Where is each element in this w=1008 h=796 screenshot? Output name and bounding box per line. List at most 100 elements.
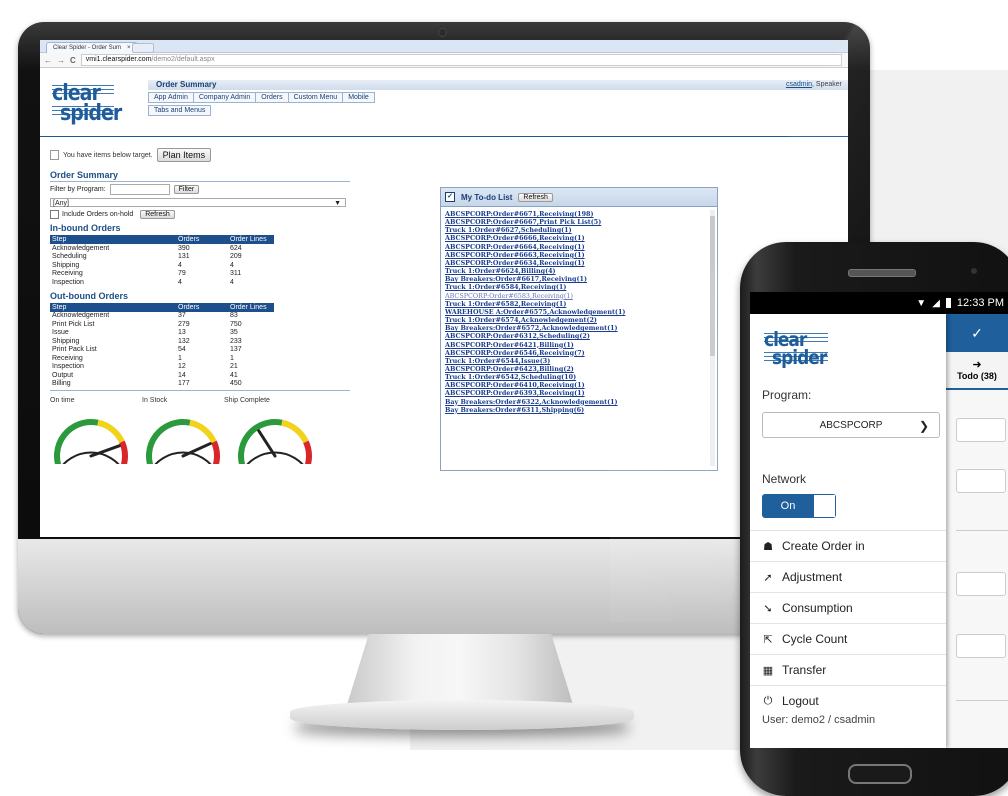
menu-mobile[interactable]: Mobile <box>342 92 375 103</box>
close-tab-icon[interactable]: × <box>127 45 131 51</box>
todo-link[interactable]: Bay Breakers:Order#6311,Shipping(6) <box>445 406 707 414</box>
orders-cell: 131 <box>178 253 190 261</box>
menu-item-transfer[interactable]: ▦ Transfer <box>750 654 946 685</box>
export-icon: ⇱ <box>763 633 773 646</box>
todo-link[interactable]: Truck 1:Order#6584,Receiving(1) <box>445 283 707 291</box>
gauge-label-ship-complete: Ship Complete <box>224 397 270 404</box>
todo-link[interactable]: ABCSPCORP:Order#6421,Billing(1) <box>445 341 707 349</box>
gauge-band <box>54 419 99 464</box>
user-link[interactable]: csadmin, Speaker <box>786 80 842 90</box>
todo-scrollbar[interactable] <box>710 210 715 466</box>
todo-link[interactable]: Bay Breakers:Order#6572,Acknowledgement(… <box>445 324 707 332</box>
phone-camera <box>971 268 977 274</box>
grid-icon: ▦ <box>762 664 774 677</box>
todo-title: My To-do List <box>461 192 513 202</box>
nav-drawer: clear spider Program: ABCSPCORP ❯ Networ… <box>750 314 946 748</box>
step-cell: Inspection <box>52 363 84 371</box>
menu-item-consumption[interactable]: ➘ Consumption <box>750 592 946 623</box>
filter-button[interactable]: Filter <box>173 185 200 194</box>
todo-link[interactable]: Truck 1:Order#6624,Billing(4) <box>445 267 707 275</box>
orders-cell: 4 <box>178 261 182 269</box>
step-cell: Inspection <box>52 278 84 286</box>
lines-cell: 4 <box>230 261 234 269</box>
inbound-heading: In-bound Orders <box>50 223 121 233</box>
refresh-button[interactable]: Refresh <box>140 210 175 219</box>
todo-link[interactable]: ABCSPCORP:Order#6410,Receiving(1) <box>445 381 707 389</box>
todo-link[interactable]: Bay Breakers:Order#6322,Acknowledgement(… <box>445 398 707 406</box>
table-row: Issue 13 35 <box>50 329 274 338</box>
forward-icon[interactable]: → <box>57 56 65 65</box>
home-button[interactable] <box>848 764 912 784</box>
orders-cell: 132 <box>178 337 190 345</box>
menu-custom-menu[interactable]: Custom Menu <box>287 92 344 103</box>
gauge-outline <box>62 451 120 464</box>
browser-tab[interactable]: Clear Spider - Order Sum × <box>46 42 138 53</box>
check-icon[interactable]: ✓ <box>946 314 1008 352</box>
orders-cell: 12 <box>178 363 186 371</box>
todo-link[interactable]: ABCSPCORP:Order#6671,Receiving(198) <box>445 210 707 218</box>
todo-link[interactable]: ABCSPCORP:Order#6583,Receiving(1) <box>445 292 707 300</box>
orders-cell: 390 <box>178 244 190 252</box>
menu-orders[interactable]: Orders <box>255 92 289 103</box>
column-header: Step <box>50 302 176 312</box>
url-host: vmi1.clearspider.com <box>85 56 152 63</box>
gauge-label-on-time: On time <box>50 397 75 404</box>
todo-link[interactable]: Truck 1:Order#6574,Acknowledgement(2) <box>445 316 707 324</box>
todo-link[interactable]: ABCSPCORP:Order#6634,Receiving(1) <box>445 259 707 267</box>
lines-cell: 209 <box>230 253 242 261</box>
todo-refresh-button[interactable]: Refresh <box>518 192 553 202</box>
todo-link[interactable]: Truck 1:Order#6582,Receiving(1) <box>445 300 707 308</box>
filter-row: Filter by Program: Filter <box>50 184 350 195</box>
order-summary-heading: Order Summary <box>50 170 119 180</box>
user-info: User: demo2 / csadmin <box>762 714 876 726</box>
program-select[interactable]: [Any] ▼ <box>50 198 346 207</box>
todo-link[interactable]: Truck 1:Order#6627,Scheduling(1) <box>445 226 707 234</box>
todo-list: ABCSPCORP:Order#6671,Receiving(198) ABCSP… <box>445 210 707 466</box>
toggle-on-label: On <box>763 495 813 517</box>
url-field[interactable]: vmi1.clearspider.com/demo2/default.aspx <box>80 54 842 66</box>
lines-cell: 83 <box>230 312 238 320</box>
power-icon: ⏻ <box>763 694 773 707</box>
todo-link[interactable]: Truck 1:Order#6542,Scheduling(10) <box>445 373 707 381</box>
menu-app-admin[interactable]: App Admin <box>148 92 194 103</box>
phone: ▼ ◢ 12:33 PM ✓ ➜ Todo (38) clear spider <box>740 242 1008 796</box>
outbound-table: Step Orders Order Lines Acknowledgement 3… <box>50 302 274 389</box>
todo-link[interactable]: ABCSPCORP:Order#6664,Receiving(1) <box>445 243 707 251</box>
todo-link[interactable]: ABCSPCORP:Order#6667,Print Pick List(5) <box>445 218 707 226</box>
network-toggle[interactable]: On <box>762 494 836 518</box>
menu-company-admin[interactable]: Company Admin <box>192 92 257 103</box>
back-icon[interactable]: ← <box>44 56 52 65</box>
menu-tabs-and-menus[interactable]: Tabs and Menus <box>148 105 212 116</box>
orders-cell: 14 <box>178 371 186 379</box>
step-cell: Shipping <box>52 261 80 269</box>
todo-link[interactable]: WAREHOUSE A:Order#6575,Acknowledgement(1… <box>445 308 707 316</box>
todo-link[interactable]: ABCSPCORP:Order#6663,Receiving(1) <box>445 251 707 259</box>
step-cell: Issue <box>52 329 69 337</box>
gauge-band <box>303 440 312 464</box>
todo-link[interactable]: ABCSPCORP:Order#6312,Scheduling(2) <box>445 332 707 340</box>
todo-link[interactable]: ABCSPCORP:Order#6546,Receiving(7) <box>445 349 707 357</box>
todo-link[interactable]: Truck 1:Order#6544,Issue(3) <box>445 357 707 365</box>
todo-link[interactable]: Bay Breakers:Order#6617,Receiving(1) <box>445 275 707 283</box>
plan-items-button[interactable]: Plan Items <box>156 148 212 162</box>
tab-todo[interactable]: ➜ Todo (38) <box>946 352 1008 390</box>
step-cell: Billing <box>52 380 71 388</box>
todo-link[interactable]: ABCSPCORP:Order#6666,Receiving(1) <box>445 234 707 242</box>
outbound-heading: Out-bound Orders <box>50 290 128 301</box>
menu-item-cycle-count[interactable]: ⇱ Cycle Count <box>750 623 946 654</box>
gauge-label-in-stock: In Stock <box>142 397 168 404</box>
onhold-row: Include Orders on-hold Refresh <box>50 210 350 219</box>
filter-input[interactable] <box>109 184 170 195</box>
todo-link[interactable]: ABCSPCORP:Order#6423,Billing(2) <box>445 365 707 373</box>
todo-link[interactable]: ABCSPCORP:Order#6393,Receiving(1) <box>445 389 707 397</box>
menu-item-logout[interactable]: ⏻ Logout <box>750 685 946 716</box>
new-tab-button[interactable] <box>132 43 154 53</box>
onhold-checkbox[interactable] <box>50 210 59 219</box>
lines-cell: 750 <box>230 320 242 328</box>
reload-icon[interactable]: C <box>70 56 76 65</box>
menu-item-create-order-in[interactable]: ☗ Create Order in <box>750 530 946 561</box>
orders-cell: 1 <box>178 354 182 362</box>
step-cell: Print Pack List <box>52 346 97 354</box>
menu-item-adjustment[interactable]: ➚ Adjustment <box>750 561 946 592</box>
program-dropdown[interactable]: ABCSPCORP ❯ <box>762 412 940 438</box>
